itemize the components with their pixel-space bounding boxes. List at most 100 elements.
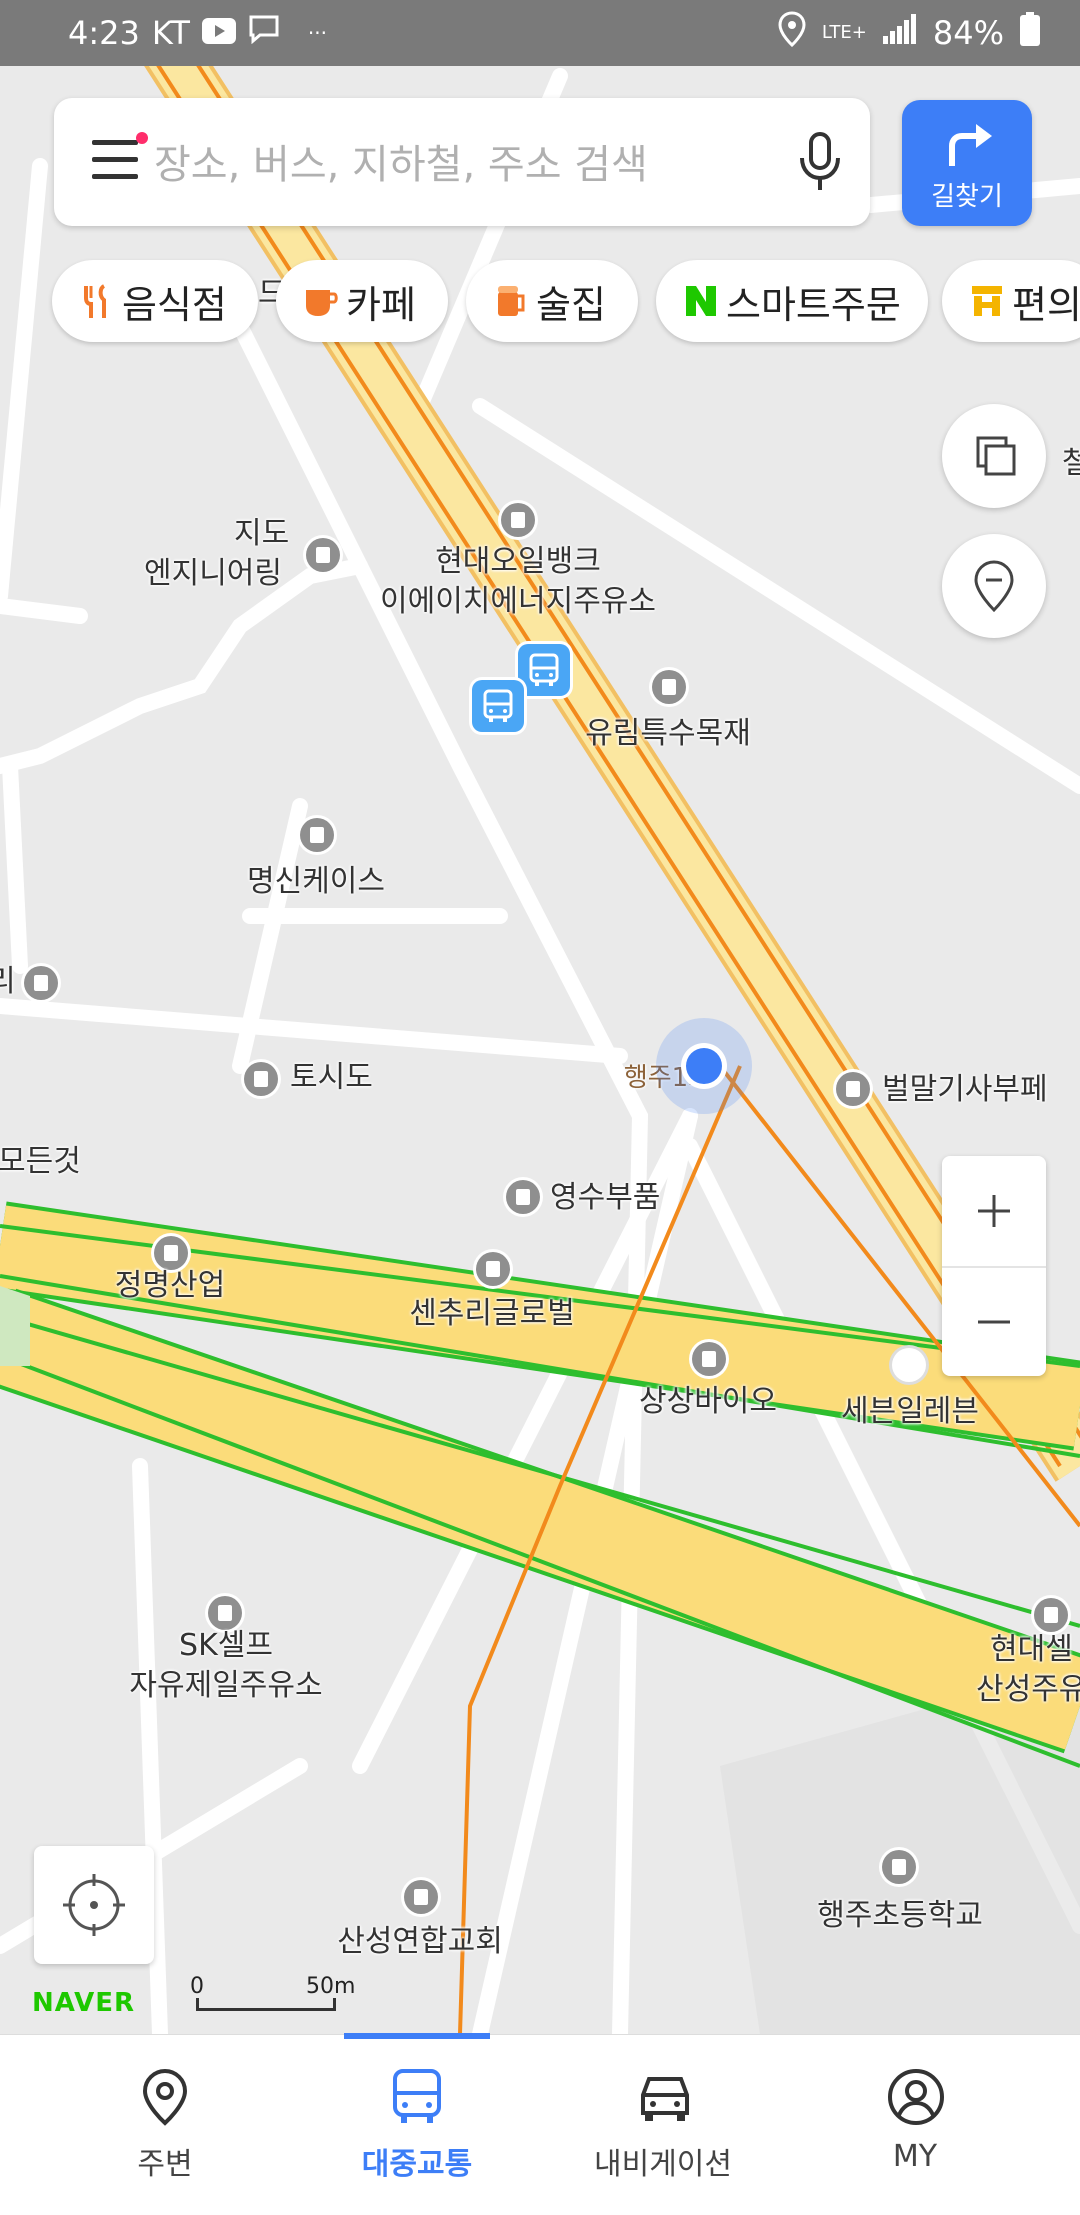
- profile-icon: [888, 2069, 944, 2125]
- map-label-sk-self-2[interactable]: 자유제일주유소: [129, 1666, 322, 1706]
- chip-restaurant[interactable]: 음식점: [52, 260, 258, 342]
- map-label-beolmal[interactable]: 벌말기사부페: [882, 1070, 1048, 1110]
- map-label-jido-2[interactable]: 엔지니어링: [144, 554, 282, 594]
- bus-stop-icon[interactable]: [472, 680, 524, 732]
- map-pin-icon: [974, 560, 1014, 613]
- map-label-jido[interactable]: 지도: [234, 514, 289, 554]
- youtube-icon: [201, 14, 236, 52]
- gas-station-icon[interactable]: [208, 1596, 242, 1630]
- scale-zero: 0: [190, 1974, 204, 1999]
- building-icon[interactable]: [24, 966, 58, 1000]
- map-label-yurim[interactable]: 유림특수목재: [585, 714, 751, 754]
- map-label-sangsang[interactable]: 상상바이오: [639, 1382, 777, 1422]
- map-label-hyundai-oil[interactable]: 현대오일뱅크: [435, 542, 601, 582]
- directions-button[interactable]: 길찾기: [902, 100, 1032, 226]
- chip-cafe[interactable]: 카페: [276, 260, 448, 342]
- notification-dot: [136, 132, 148, 144]
- scale-fifty: 50m: [306, 1974, 356, 1999]
- building-icon[interactable]: [692, 1342, 726, 1376]
- map-label-jungmyung[interactable]: 정명산업: [115, 1266, 225, 1306]
- chat-icon: [248, 14, 280, 52]
- map-label-toshido[interactable]: 토시도: [290, 1058, 373, 1098]
- hamburger-menu-icon[interactable]: [92, 132, 148, 180]
- map-label-hyundai-self[interactable]: 현대셀: [990, 1630, 1073, 1670]
- chip-bar[interactable]: 술집: [466, 260, 638, 342]
- search-input[interactable]: 장소, 버스, 지하철, 주소 검색: [154, 132, 648, 190]
- place-marker-button[interactable]: [942, 534, 1046, 638]
- directions-label: 길찾기: [931, 182, 1003, 212]
- map-view[interactable]: 현대오일뱅크 이에이치에너지주유소 지도 엔지니어링 유림특수목재 명신케이스 …: [0, 66, 1080, 2034]
- church-icon[interactable]: [404, 1880, 438, 1914]
- naver-logo: NAVER: [32, 1988, 136, 2018]
- battery-icon: [1020, 12, 1040, 54]
- naver-n-icon: [686, 286, 716, 316]
- building-icon[interactable]: [476, 1252, 510, 1286]
- chip-label: 스마트주문: [726, 282, 901, 327]
- chip-convenience[interactable]: 편의: [942, 260, 1080, 342]
- chip-label: 술집: [536, 282, 606, 327]
- status-carrier: KT: [151, 14, 190, 52]
- battery-percent: 84%: [932, 14, 1004, 52]
- zoom-controls: [942, 1156, 1046, 1376]
- zoom-out-button[interactable]: [942, 1268, 1046, 1378]
- chip-smart-order[interactable]: 스마트주문: [656, 260, 928, 342]
- building-icon[interactable]: [506, 1180, 540, 1214]
- map-label-all-things[interactable]: 모든것: [0, 1142, 81, 1182]
- tab-nearby[interactable]: 주변: [30, 2035, 300, 2215]
- map-label-myungshin[interactable]: 명신케이스: [247, 862, 385, 902]
- building-icon[interactable]: [300, 818, 334, 852]
- chip-label: 카페: [346, 282, 416, 327]
- seven-eleven-icon[interactable]: [892, 1348, 926, 1382]
- directions-arrow-icon: [949, 124, 992, 166]
- zoom-in-button[interactable]: [942, 1156, 1046, 1266]
- chip-label: 음식점: [122, 282, 227, 327]
- signal-icon: [882, 14, 917, 52]
- fork-knife-icon: [84, 284, 106, 318]
- map-label-youngsu[interactable]: 영수부품: [550, 1178, 660, 1218]
- building-icon[interactable]: [244, 1062, 278, 1096]
- chip-label: 편의: [1012, 282, 1080, 327]
- tab-navigation[interactable]: 내비게이션: [528, 2035, 798, 2215]
- gas-station-icon[interactable]: [501, 503, 535, 537]
- beer-mug-icon: [498, 286, 525, 316]
- map-label-hyundai-oil-2[interactable]: 이에이치에너지주유소: [380, 582, 656, 622]
- map-label-hyundai-self-2[interactable]: 산성주유: [976, 1670, 1080, 1710]
- tab-transit[interactable]: 대중교통: [282, 2035, 552, 2215]
- convenience-store-icon: [972, 286, 1002, 316]
- map-label-right-cut: 철: [1062, 446, 1080, 481]
- map-label-haengju-school[interactable]: 행주초등학교: [817, 1896, 983, 1936]
- car-icon: [641, 2077, 689, 2121]
- building-icon[interactable]: [306, 538, 340, 572]
- bus-stop-icon[interactable]: [518, 644, 570, 696]
- search-bar[interactable]: 장소, 버스, 지하철, 주소 검색: [54, 98, 870, 226]
- location-icon: [778, 11, 806, 55]
- layers-button[interactable]: [942, 404, 1046, 508]
- bus-icon: [393, 2069, 441, 2123]
- my-location-button[interactable]: [34, 1846, 154, 1964]
- map-scale: 0 50m: [190, 1974, 355, 2012]
- building-icon[interactable]: [652, 670, 686, 704]
- tab-label: 대중교통: [361, 2147, 473, 2182]
- map-label-seven[interactable]: 세븐일레븐: [841, 1392, 979, 1432]
- building-icon[interactable]: [154, 1236, 188, 1270]
- map-label-sanseong-church[interactable]: 산성연합교회: [337, 1922, 503, 1962]
- status-time: 4:23: [68, 14, 140, 52]
- tab-label: MY: [892, 2139, 938, 2174]
- scale-line: [196, 2008, 336, 2011]
- status-bar: 4:23 KT ··· LTE+ 84%: [0, 0, 1080, 66]
- status-more: ···: [307, 21, 327, 45]
- tab-label: 주변: [137, 2147, 193, 2182]
- school-icon[interactable]: [882, 1850, 916, 1884]
- map-label-sk-self[interactable]: SK셀프: [179, 1626, 273, 1666]
- tab-my[interactable]: MY: [780, 2035, 1050, 2215]
- scale-tick: [333, 1998, 336, 2011]
- map-label-century[interactable]: 센추리글로벌: [409, 1294, 575, 1334]
- network-type: LTE+: [821, 22, 867, 43]
- plus-icon: [978, 1195, 1010, 1227]
- gas-station-icon[interactable]: [1034, 1598, 1068, 1632]
- map-roads: [0, 66, 1080, 2034]
- microphone-icon[interactable]: [790, 128, 850, 196]
- status-right: LTE+ 84%: [778, 0, 1040, 66]
- restaurant-icon[interactable]: [836, 1072, 870, 1106]
- layers-icon: [976, 436, 1016, 476]
